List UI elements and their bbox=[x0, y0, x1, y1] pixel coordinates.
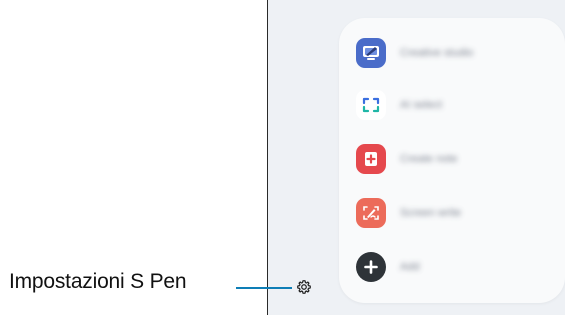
menu-item-label: Create note bbox=[400, 153, 458, 165]
ai-select-icon bbox=[356, 90, 386, 120]
screen-write-icon bbox=[356, 198, 386, 228]
annotated-screenshot: Creative studio AI select Create note Sc… bbox=[0, 0, 565, 315]
settings-button[interactable] bbox=[293, 276, 315, 298]
menu-item-ai-select[interactable]: AI select bbox=[356, 87, 556, 123]
menu-item-label: AI select bbox=[400, 99, 443, 111]
menu-item-create-note[interactable]: Create note bbox=[356, 141, 556, 177]
menu-item-screen-write[interactable]: Screen write bbox=[356, 195, 556, 231]
create-note-icon bbox=[356, 144, 386, 174]
creative-studio-icon bbox=[356, 38, 386, 68]
menu-item-creative-studio[interactable]: Creative studio bbox=[356, 35, 556, 71]
menu-item-add[interactable]: Add bbox=[356, 249, 556, 285]
callout-label: Impostazioni S Pen bbox=[9, 270, 187, 293]
callout-line bbox=[236, 287, 292, 289]
menu-item-label: Add bbox=[400, 261, 420, 273]
gear-icon bbox=[296, 279, 312, 295]
add-icon bbox=[356, 252, 386, 282]
menu-item-label: Creative studio bbox=[400, 47, 474, 59]
menu-item-label: Screen write bbox=[400, 207, 462, 219]
